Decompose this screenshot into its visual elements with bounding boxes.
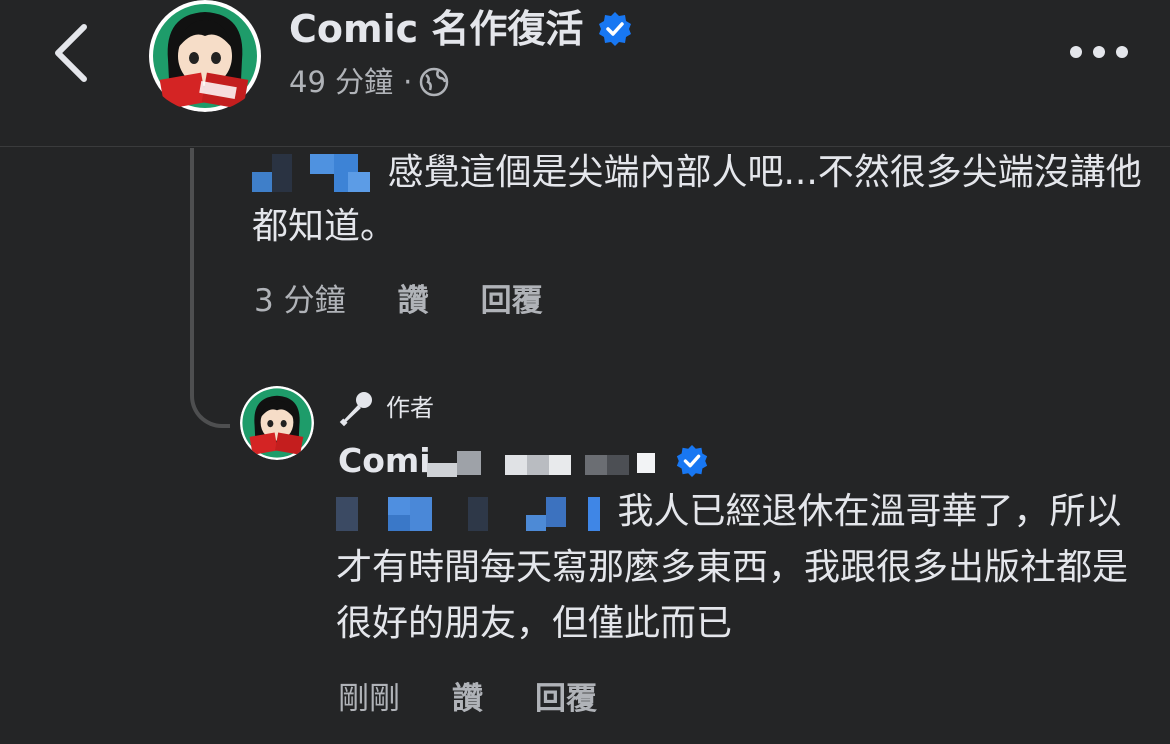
comment-1-reply-button[interactable]: 回覆 (481, 275, 543, 320)
comment-1-actions: 3 分鐘 讚 回覆 (254, 274, 595, 320)
verified-badge-icon (599, 12, 632, 46)
post-time[interactable]: 49 分鐘 (289, 60, 393, 104)
comment-2-author-visible-text: Comi (338, 441, 431, 480)
comment-2-time[interactable]: 剛剛 (338, 673, 400, 718)
post-meta: 49 分鐘 · (289, 60, 450, 104)
meta-separator: · (403, 65, 413, 99)
author-name-redaction (426, 451, 655, 477)
microphone-icon (339, 392, 372, 427)
comment-1-like-button[interactable]: 讚 (398, 275, 429, 320)
comment-2-actions: 剛剛 讚 回覆 (338, 672, 649, 718)
back-button[interactable] (42, 18, 102, 88)
comment-2-author-name[interactable]: Comi (338, 438, 709, 484)
comment-2-reply-button[interactable]: 回覆 (535, 673, 597, 718)
author-badge-label: 作者 (386, 394, 434, 422)
more-options-icon (1070, 46, 1128, 58)
comment-1-time[interactable]: 3 分鐘 (254, 275, 346, 320)
page-avatar[interactable] (144, 0, 266, 112)
chevron-left-icon (55, 24, 87, 82)
globe-icon (420, 67, 449, 97)
author-avatar[interactable] (240, 386, 314, 460)
commenter-name-redacted[interactable] (252, 154, 376, 194)
author-badge: 作者 (338, 386, 434, 430)
page-name[interactable]: Comic 名作復活 (289, 4, 633, 54)
comment-1-text: 感覺這個是尖端內部人吧...不然很多尖端沒講他都知道。 (252, 152, 1142, 247)
comment-1-body: 感覺這個是尖端內部人吧...不然很多尖端沒講他都知道。 (252, 146, 1152, 254)
page-name-text: Comic 名作復活 (289, 7, 584, 51)
more-options-button[interactable] (1062, 30, 1136, 74)
mention-redacted[interactable] (336, 493, 606, 533)
comment-2-like-button[interactable]: 讚 (452, 673, 483, 718)
thread-connector-line (190, 148, 230, 428)
comment-2-body: 我人已經退休在溫哥華了，所以才有時間每天寫那麼多東西，我跟很多出版社都是很好的朋… (336, 484, 1156, 652)
verified-badge-icon (676, 444, 707, 478)
